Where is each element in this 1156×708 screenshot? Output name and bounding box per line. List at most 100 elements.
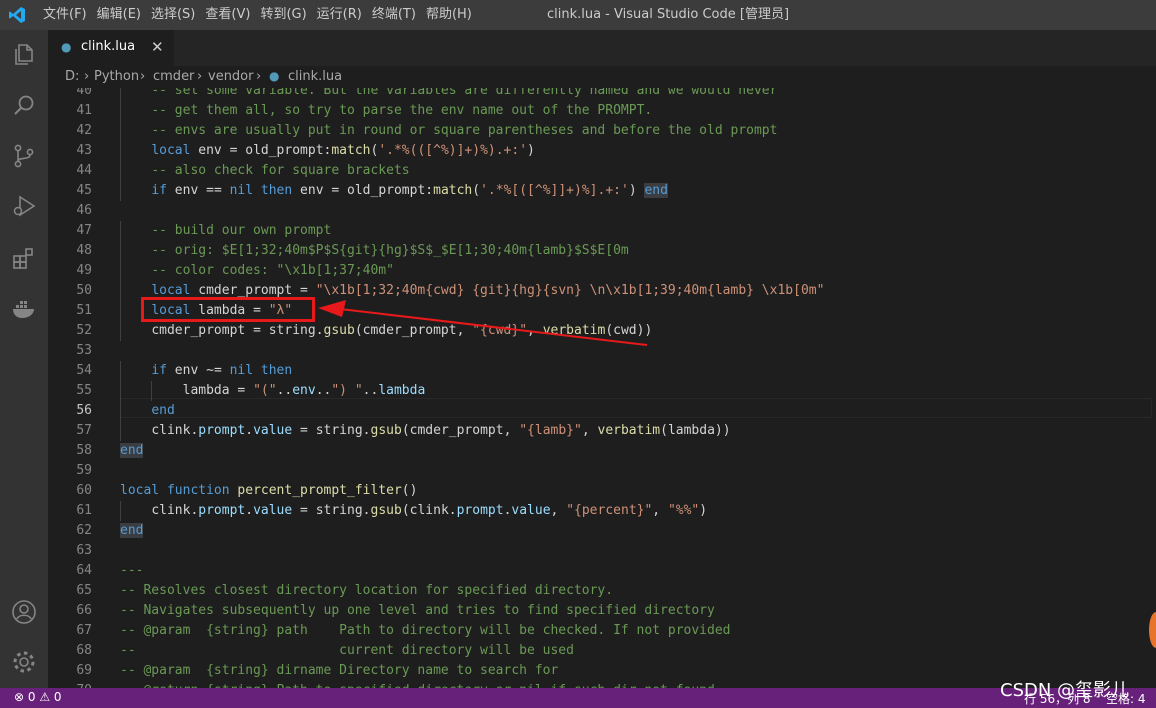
problems-indicator[interactable]: ⊗ 0 ⚠ 0	[14, 690, 62, 704]
code-text: ---	[120, 563, 144, 578]
menu-item[interactable]: 编辑(E)	[92, 0, 146, 30]
code-line[interactable]: 70 -- @return {string} Path to specified …	[48, 681, 1156, 688]
breadcrumb-drive[interactable]: D:	[65, 69, 79, 84]
code-text: end	[120, 523, 144, 538]
line-number: 58	[76, 443, 92, 458]
code-line[interactable]: 46	[48, 201, 1156, 221]
line-number: 51	[76, 303, 92, 318]
annotation-highlight-box	[141, 297, 315, 322]
code-line[interactable]: 52 cmder_prompt = string.gsub(cmder_prom…	[48, 321, 1156, 341]
code-text: -- build our own prompt	[151, 223, 332, 238]
code-text: clink.prompt.value = string.gsub(cmder_p…	[151, 423, 731, 438]
code-text: end	[151, 403, 175, 418]
warning-count: 0	[53, 690, 62, 704]
line-number: 54	[76, 363, 92, 378]
menu-item[interactable]: 帮助(H)	[421, 0, 477, 30]
close-icon[interactable]: ✕	[151, 38, 164, 56]
code-line[interactable]: 68 -- current directory will be used	[48, 641, 1156, 661]
run-debug-icon[interactable]	[10, 192, 38, 220]
activity-bar	[0, 30, 48, 688]
breadcrumb-python[interactable]: Python	[94, 69, 139, 84]
line-number: 68	[76, 643, 92, 658]
code-text: if env ~= nil then	[151, 363, 293, 378]
line-number: 43	[76, 143, 92, 158]
code-line[interactable]: 40 -- set some variable. But the variabl…	[48, 88, 1156, 101]
source-control-icon[interactable]	[10, 142, 38, 170]
chevron-right-icon: ›	[140, 69, 146, 84]
line-number: 53	[76, 343, 92, 358]
tab-label: clink.lua	[81, 39, 136, 54]
code-text: lambda = "("..env..") "..lambda	[182, 383, 426, 398]
code-line[interactable]: 63	[48, 541, 1156, 561]
settings-gear-icon[interactable]	[10, 648, 38, 676]
line-number: 44	[76, 163, 92, 178]
title-bar: 文件(F) 编辑(E) 选择(S) 查看(V) 转到(G) 运行(R) 终端(T) 帮助(H)…	[0, 0, 1156, 30]
code-line[interactable]: 65 -- Resolves closest directory location…	[48, 581, 1156, 601]
code-line[interactable]: 61 clink.prompt.value = string.gsub(clin…	[48, 501, 1156, 521]
code-line[interactable]: 57 clink.prompt.value = string.gsub(cmde…	[48, 421, 1156, 441]
orange-decoration	[1149, 612, 1156, 648]
menu-item[interactable]: 查看(V)	[200, 0, 255, 30]
code-text: -- get them all, so try to parse the env…	[151, 103, 653, 118]
menu-item[interactable]: 运行(R)	[312, 0, 367, 30]
code-line[interactable]: 60 local function percent_prompt_filter()	[48, 481, 1156, 501]
code-line[interactable]: 47 -- build our own prompt	[48, 221, 1156, 241]
breadcrumb-vendor[interactable]: vendor	[208, 69, 253, 84]
menu-bar: 文件(F) 编辑(E) 选择(S) 查看(V) 转到(G) 运行(R) 终端(T) 帮助(H)	[38, 0, 477, 30]
code-text: -- also check for square brackets	[151, 163, 410, 178]
code-line[interactable]: 59	[48, 461, 1156, 481]
code-line[interactable]: 44 -- also check for square brackets	[48, 161, 1156, 181]
code-line[interactable]: 49 -- color codes: "\x1b[1;37;40m"	[48, 261, 1156, 281]
breadcrumb-file[interactable]: clink.lua	[288, 69, 342, 84]
code-text: local env = old_prompt:match('.*%(([^%)]…	[151, 143, 535, 158]
code-text: -- set some variable. But the variables …	[151, 88, 778, 98]
tab-clink-lua[interactable]: ● clink.lua ✕	[48, 30, 174, 66]
code-line[interactable]: 67 -- @param {string} path Path to direct…	[48, 621, 1156, 641]
code-line[interactable]: 48 -- orig: $E[1;32;40m$P$S{git}{hg}$S$_…	[48, 241, 1156, 261]
menu-item[interactable]: 终端(T)	[367, 0, 421, 30]
line-number: 49	[76, 263, 92, 278]
code-text: -- Navigates subsequently up one level a…	[120, 603, 715, 618]
code-line[interactable]: 45 if env == nil then env = old_prompt:m…	[48, 181, 1156, 201]
code-text: cmder_prompt = string.gsub(cmder_prompt,…	[151, 323, 653, 338]
code-line[interactable]: 54 if env ~= nil then	[48, 361, 1156, 381]
code-line[interactable]: 62 end	[48, 521, 1156, 541]
code-text: -- color codes: "\x1b[1;37;40m"	[151, 263, 394, 278]
line-number: 55	[76, 383, 92, 398]
code-text: -- orig: $E[1;32;40m$P$S{git}{hg}$S$_$E[…	[151, 243, 629, 258]
code-line[interactable]: 56 end	[48, 401, 1156, 421]
line-number: 42	[76, 123, 92, 138]
code-line[interactable]: 53	[48, 341, 1156, 361]
code-text: -- @param {string} dirname Directory nam…	[120, 663, 559, 678]
line-number: 50	[76, 283, 92, 298]
line-number: 59	[76, 463, 92, 478]
line-number: 57	[76, 423, 92, 438]
code-line[interactable]: 58 end	[48, 441, 1156, 461]
code-line[interactable]: 69 -- @param {string} dirname Directory n…	[48, 661, 1156, 681]
menu-item[interactable]: 文件(F)	[38, 0, 92, 30]
code-line[interactable]: 41 -- get them all, so try to parse the …	[48, 101, 1156, 121]
code-line[interactable]: 66 -- Navigates subsequently up one level…	[48, 601, 1156, 621]
code-line[interactable]: 55 lambda = "("..env..") "..lambda	[48, 381, 1156, 401]
code-editor[interactable]: 40 -- set some variable. But the variabl…	[48, 88, 1156, 688]
breadcrumb: D: › Python › cmder › vendor › ● clink.l…	[48, 66, 1156, 88]
menu-item[interactable]: 选择(S)	[146, 0, 200, 30]
line-number: 40	[76, 88, 92, 98]
line-number: 46	[76, 203, 92, 218]
explorer-icon[interactable]	[10, 40, 38, 68]
code-line[interactable]: 43 local env = old_prompt:match('.*%(([^…	[48, 141, 1156, 161]
chevron-right-icon: ›	[197, 69, 203, 84]
code-text: local function percent_prompt_filter()	[120, 483, 418, 498]
breadcrumb-cmder[interactable]: cmder	[153, 69, 194, 84]
code-line[interactable]: 64 ---	[48, 561, 1156, 581]
menu-item[interactable]: 转到(G)	[255, 0, 311, 30]
search-icon[interactable]	[10, 92, 38, 120]
account-icon[interactable]	[10, 598, 38, 626]
line-number: 41	[76, 103, 92, 118]
watermark: CSDN @玺影儿	[1000, 680, 1130, 701]
line-number: 66	[76, 603, 92, 618]
extensions-icon[interactable]	[10, 244, 38, 272]
code-line[interactable]: 42 -- envs are usually put in round or s…	[48, 121, 1156, 141]
line-number: 48	[76, 243, 92, 258]
docker-icon[interactable]	[10, 294, 38, 322]
